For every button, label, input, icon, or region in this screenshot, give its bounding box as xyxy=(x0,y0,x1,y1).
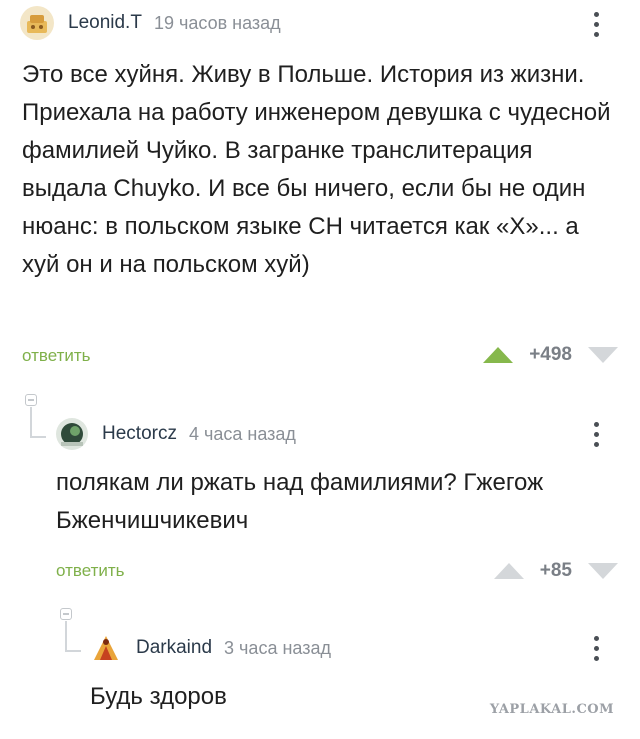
comment-time: 4 часа назад xyxy=(188,423,296,444)
collapse-icon[interactable] xyxy=(25,394,37,406)
comment-time: 19 часов назад xyxy=(153,12,281,33)
reply-button[interactable]: ответить xyxy=(22,346,91,366)
thread-branch xyxy=(65,650,81,652)
downvote-icon[interactable] xyxy=(588,347,618,363)
comment-header: Darkaind 3 часа назад xyxy=(90,628,331,668)
comment-rating: +85 xyxy=(493,560,618,582)
more-vertical-icon[interactable] xyxy=(594,12,600,42)
author-name[interactable]: Leonid.T xyxy=(68,12,142,34)
comment-rating: +498 xyxy=(483,344,618,366)
more-vertical-icon[interactable] xyxy=(594,422,600,452)
thread-branch xyxy=(30,436,46,438)
reply-button[interactable]: ответить xyxy=(56,561,125,581)
author-name[interactable]: Darkaind xyxy=(136,637,212,659)
comment-text: полякам ли ржать над фамилиями? Гжегож Б… xyxy=(56,469,544,534)
upvote-icon[interactable] xyxy=(493,563,524,579)
author-name[interactable]: Hectorcz xyxy=(102,423,177,445)
downvote-icon[interactable] xyxy=(588,563,618,579)
avatar[interactable] xyxy=(20,6,54,40)
more-vertical-icon[interactable] xyxy=(594,636,600,666)
thread-line xyxy=(65,621,67,651)
comment-time: 3 часа назад xyxy=(224,637,331,658)
watermark: YAPLAKAL.COM xyxy=(489,702,614,717)
comment-text: Это все хуйня. Живу в Польше. История из… xyxy=(22,61,611,278)
thread-line xyxy=(30,407,32,437)
avatar[interactable] xyxy=(56,418,88,450)
comment-header: Hectorcz 4 часа назад xyxy=(56,414,296,454)
avatar[interactable] xyxy=(90,632,122,664)
score: +85 xyxy=(539,560,572,581)
upvote-icon[interactable] xyxy=(483,347,514,363)
collapse-icon[interactable] xyxy=(60,608,72,620)
score: +498 xyxy=(529,344,572,365)
comment-header: Leonid.T 19 часов назад xyxy=(20,3,281,43)
